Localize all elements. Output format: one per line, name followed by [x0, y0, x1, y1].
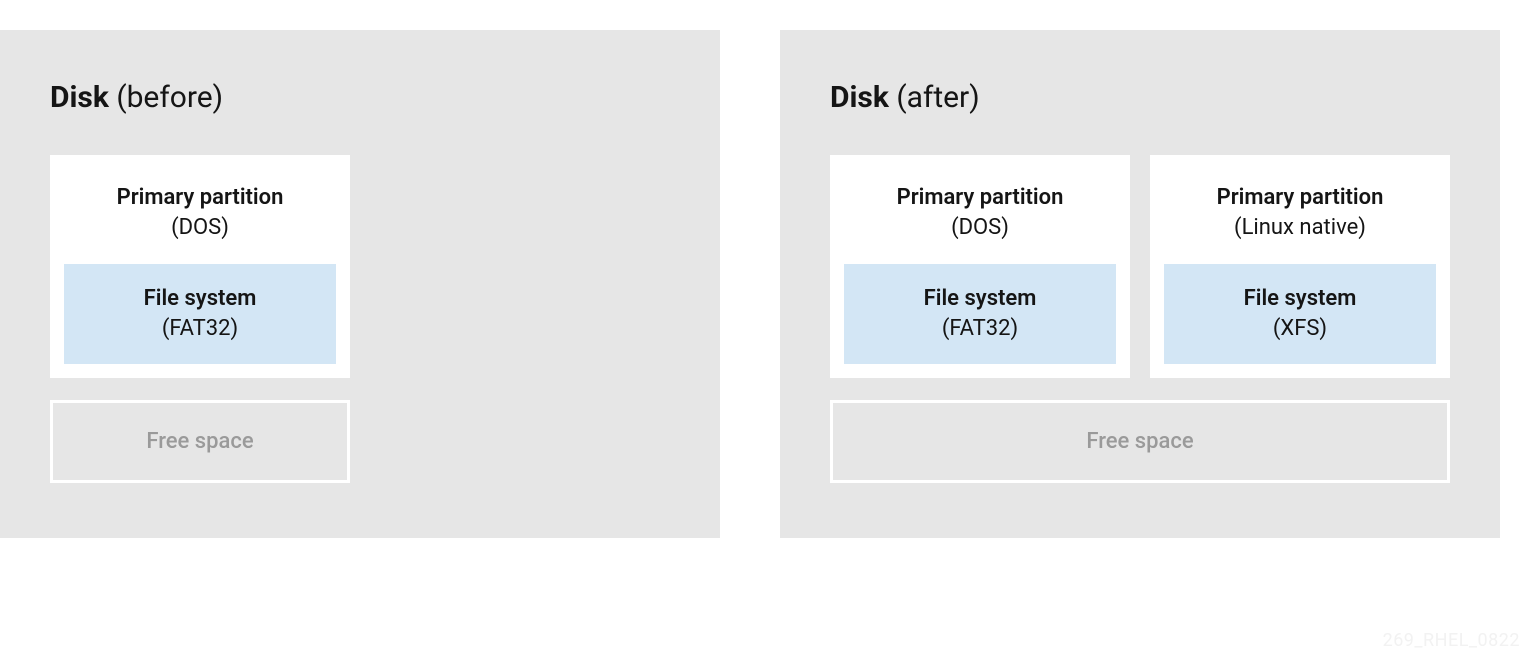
disk-title-before: Disk (before) — [50, 80, 670, 115]
partition-subtitle: (Linux native) — [1164, 213, 1436, 243]
partition-subtitle: (DOS) — [64, 213, 336, 243]
partition-label: Primary partition (DOS) — [64, 183, 336, 242]
free-space-label: Free space — [1086, 429, 1193, 454]
disk-title-suffix: (before) — [109, 80, 223, 115]
filesystem-box-xfs-after: File system (XFS) — [1164, 264, 1436, 363]
diagram-container: Disk (before) Primary partition (DOS) Fi… — [0, 0, 1520, 568]
partition-title: Primary partition — [64, 183, 336, 213]
fs-title: File system — [854, 284, 1106, 314]
partitions-row-after: Primary partition (DOS) File system (FAT… — [830, 155, 1450, 378]
partition-card-dos-after: Primary partition (DOS) File system (FAT… — [830, 155, 1130, 378]
partition-label: Primary partition (Linux native) — [1164, 183, 1436, 242]
disk-title-after: Disk (after) — [830, 80, 1450, 115]
fs-title: File system — [74, 284, 326, 314]
partition-card-dos-before: Primary partition (DOS) File system (FAT… — [50, 155, 350, 378]
filesystem-box-fat32-before: File system (FAT32) — [64, 264, 336, 363]
partition-subtitle: (DOS) — [844, 213, 1116, 243]
free-space-before: Free space — [50, 400, 350, 483]
partition-title: Primary partition — [1164, 183, 1436, 213]
disk-panel-after: Disk (after) Primary partition (DOS) Fil… — [780, 30, 1500, 538]
watermark-label: 269_RHEL_0822 — [1383, 630, 1520, 651]
free-space-after: Free space — [830, 400, 1450, 483]
disk-title-strong: Disk — [830, 80, 889, 115]
fs-subtitle: (FAT32) — [74, 314, 326, 344]
fs-subtitle: (FAT32) — [854, 314, 1106, 344]
partition-label: Primary partition (DOS) — [844, 183, 1116, 242]
partition-title: Primary partition — [844, 183, 1116, 213]
partitions-row-before: Primary partition (DOS) File system (FAT… — [50, 155, 670, 378]
disk-title-strong: Disk — [50, 80, 109, 115]
disk-panel-before: Disk (before) Primary partition (DOS) Fi… — [0, 30, 720, 538]
partition-card-linux-after: Primary partition (Linux native) File sy… — [1150, 155, 1450, 378]
fs-title: File system — [1174, 284, 1426, 314]
filesystem-box-fat32-after: File system (FAT32) — [844, 264, 1116, 363]
free-space-label: Free space — [146, 429, 253, 454]
disk-title-suffix: (after) — [889, 80, 980, 115]
fs-subtitle: (XFS) — [1174, 314, 1426, 344]
